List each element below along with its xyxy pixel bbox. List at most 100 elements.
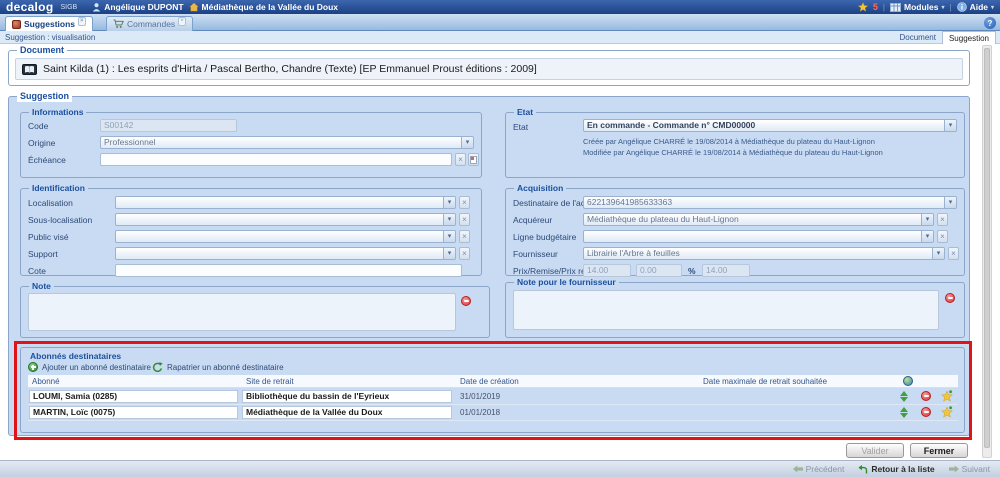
current-user[interactable]: Angélique DUPONT [92,2,183,12]
chevron-down-icon[interactable]: ▾ [921,231,933,242]
fournisseur-label: Fournisseur [513,249,558,259]
current-site[interactable]: Médiathèque de la Vallée du Doux [189,2,339,12]
add-abonne-button[interactable]: Ajouter un abonné destinataire [28,362,151,372]
fermer-button[interactable]: Fermer [910,443,968,458]
col-date-max: Date maximale de retrait souhaitée [703,377,827,386]
remove-icon[interactable] [921,407,931,417]
document-legend: Document [17,45,67,56]
suivant-button[interactable]: Suivant [949,464,990,474]
precedent-button[interactable]: Précédent [793,464,845,474]
view-toggle-document[interactable]: Document [894,31,942,44]
remove-icon[interactable] [921,391,931,401]
chevron-down-icon[interactable]: ▾ [443,214,455,225]
abonne-cell[interactable]: MARTIN, Loïc (0075) [29,406,238,419]
echeance-field[interactable] [100,153,452,166]
add-icon [28,362,38,372]
clear-icon[interactable]: × [459,213,470,226]
site-retrait-cell[interactable]: Médiathèque de la Vallée du Doux [242,406,452,419]
note-legend: Note [29,281,54,292]
commandes-tab-icon [113,19,124,29]
breadcrumb-bar: Suggestion : visualisation Document Sugg… [0,31,1000,44]
localisation-select[interactable]: ▾ [115,196,456,209]
clear-icon[interactable]: × [459,247,470,260]
date-creation-cell: 31/01/2019 [460,392,500,401]
abonne-cell[interactable]: LOUMI, Samia (0285) [29,390,238,403]
support-select[interactable]: ▾ [115,247,456,260]
chevron-down-icon[interactable]: ▾ [921,214,933,225]
ligne-budgetaire-label: Ligne budgétaire [513,232,576,242]
code-field: S00142 [100,119,237,132]
acquereur-value: Médiathèque du plateau du Haut-Lignon [584,214,921,225]
clear-icon[interactable]: × [937,213,948,226]
note-fournisseur-legend: Note pour le fournisseur [514,277,619,288]
tab-close-icon[interactable]: × [178,17,186,26]
chevron-down-icon: ▾ [941,4,944,11]
chevron-down-icon[interactable]: ▾ [443,248,455,259]
clear-icon[interactable]: × [459,230,470,243]
tab-commandes[interactable]: Commandes × [106,16,193,31]
site-name: Médiathèque de la Vallée du Doux [202,2,339,12]
etat-select[interactable]: En commande - Commande n° CMD00000 ▾ [583,119,957,132]
clear-icon[interactable]: × [455,153,466,166]
chevron-down-icon[interactable]: ▾ [443,197,455,208]
chevron-down-icon[interactable]: ▾ [944,120,956,131]
cote-field[interactable] [115,264,462,277]
clear-icon[interactable]: × [459,196,470,209]
suggestion-legend: Suggestion [17,91,72,102]
fournisseur-select[interactable]: Librairie l'Arbre à feuilles ▾ [583,247,945,260]
subscriber-star-icon[interactable] [941,406,953,418]
calendar-icon[interactable] [468,153,479,166]
tab-bar: Suggestions × Commandes × [0,14,1000,31]
tab-close-icon[interactable]: × [78,17,86,26]
book-icon [22,64,37,75]
destinataire-value: 622139641985633363 [584,197,944,208]
modules-menu[interactable]: Modules ▾ [890,2,945,12]
separator: | [883,3,885,12]
chevron-down-icon[interactable]: ▾ [944,197,956,208]
rapatrier-abonne-button[interactable]: Rapatrier un abonné destinataire [152,362,284,373]
help-icon[interactable]: ? [984,17,996,29]
scrollbar[interactable] [982,45,992,458]
col-abonne: Abonné [32,377,60,386]
note-textarea[interactable] [28,293,456,331]
valider-button[interactable]: Valider [846,443,904,458]
tab-label: Suggestions [24,19,75,29]
view-toggle-suggestion[interactable]: Suggestion [942,31,996,44]
chevron-down-icon[interactable]: ▾ [443,231,455,242]
prix-remise-field: 14.00 [702,264,750,277]
move-updown-icon[interactable] [899,406,909,418]
clear-icon[interactable]: × [937,230,948,243]
star-notification-icon[interactable] [858,2,868,12]
chevron-down-icon[interactable]: ▾ [932,248,944,259]
tab-suggestions[interactable]: Suggestions × [5,16,93,31]
acquereur-label: Acquéreur [513,215,552,225]
identification-legend: Identification [29,183,88,194]
destinataire-select[interactable]: 622139641985633363 ▾ [583,196,957,209]
site-retrait-cell[interactable]: Bibliothèque du bassin de l'Eyrieux [242,390,452,403]
scrollbar-thumb[interactable] [984,48,990,448]
subscriber-star-icon[interactable] [941,390,953,402]
fournisseur-value: Librairie l'Arbre à feuilles [584,248,932,259]
public-vise-select[interactable]: ▾ [115,230,456,243]
percent-sign: % [688,266,696,276]
suggestions-tab-icon [12,20,21,29]
note-fournisseur-textarea[interactable] [513,290,939,330]
origine-select[interactable]: Professionnel ▾ [100,136,474,149]
modules-label: Modules [904,2,938,12]
clear-icon[interactable]: × [948,247,959,260]
informations-legend: Informations [29,107,86,118]
sous-localisation-select[interactable]: ▾ [115,213,456,226]
retour-liste-button[interactable]: Retour à la liste [858,464,934,474]
origine-value: Professionnel [101,137,461,148]
modified-by-text: Modifiée par Angélique CHARRÉ le 19/08/2… [583,148,883,157]
chevron-down-icon[interactable]: ▾ [461,137,473,148]
person-icon [92,2,101,12]
ligne-budgetaire-select[interactable]: ▾ [583,230,934,243]
localisation-label: Localisation [28,198,73,208]
acquereur-select[interactable]: Médiathèque du plateau du Haut-Lignon ▾ [583,213,934,226]
globe-icon [903,376,913,386]
move-updown-icon[interactable] [899,390,909,402]
footer-bar: Précédent Retour à la liste Suivant [0,460,1000,477]
aide-menu[interactable]: Aide ▾ [957,2,994,12]
code-label: Code [28,121,48,131]
